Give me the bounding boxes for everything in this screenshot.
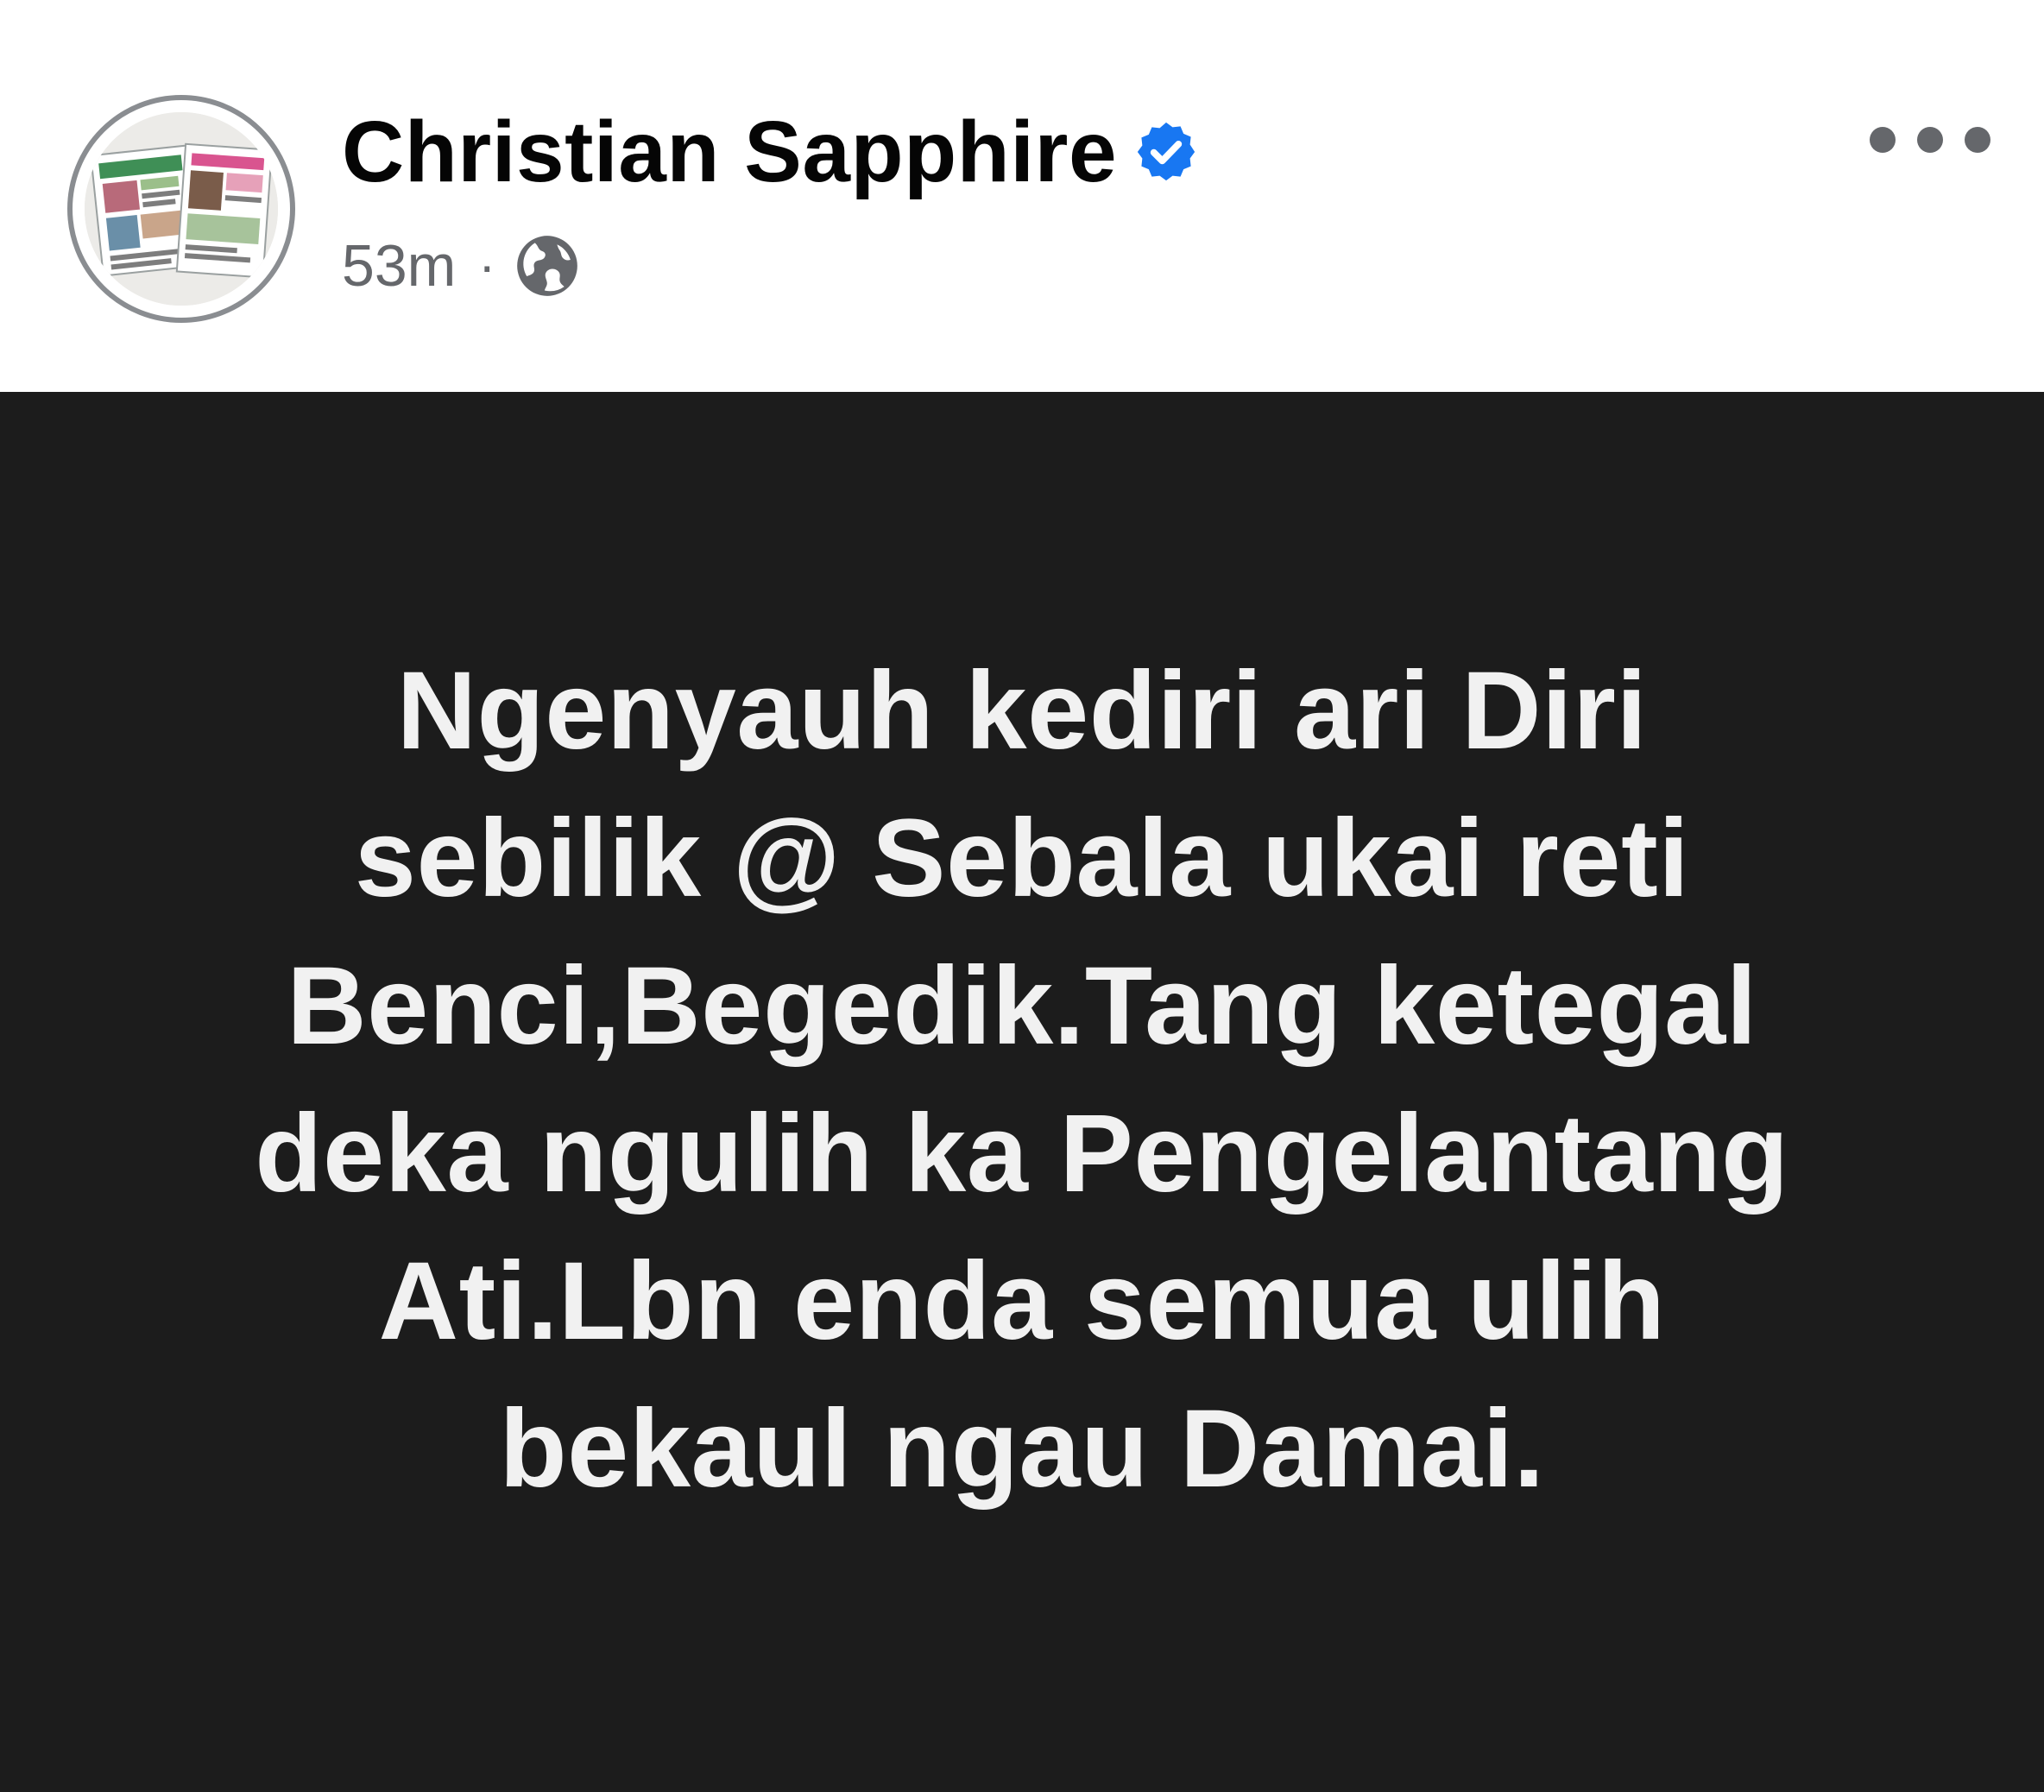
post-text-line: Ngenyauh kediri ari Diri (396, 649, 1648, 773)
post-meta: 53m · (342, 231, 580, 300)
globe-icon[interactable] (514, 233, 580, 299)
post-text-line: deka ngulih ka Pengelantang (255, 1092, 1789, 1215)
meta-separator: · (478, 237, 496, 294)
verified-badge-icon (1137, 122, 1195, 181)
post-text: Ngenyauh kediri ari Diri sebilik @ Sebal… (116, 637, 1928, 1523)
post-timestamp[interactable]: 53m (342, 237, 456, 295)
post-card: Christian Sapphire 53m · Ngenyauh kediri (0, 0, 2044, 1792)
author-row: Christian Sapphire (342, 100, 1200, 204)
more-options-icon[interactable] (1870, 112, 1990, 167)
more-dot (1917, 127, 1943, 153)
more-dot (1870, 127, 1896, 153)
post-text-line: Benci,Begedik.Tang ketegal (287, 944, 1757, 1068)
post-header: Christian Sapphire 53m · (0, 0, 2044, 392)
post-text-line: Ati.Lbn enda semua ulih (378, 1240, 1666, 1363)
post-text-line: bekaul ngau Damai. (499, 1387, 1545, 1511)
author-name[interactable]: Christian Sapphire (342, 109, 1117, 195)
avatar[interactable] (85, 112, 278, 306)
more-dot (1965, 127, 1990, 153)
post-text-line: sebilik @ Sebala ukai reti (354, 797, 1690, 920)
post-text-background[interactable]: Ngenyauh kediri ari Diri sebilik @ Sebal… (0, 392, 2044, 1792)
avatar-newspaper-image (85, 112, 278, 306)
